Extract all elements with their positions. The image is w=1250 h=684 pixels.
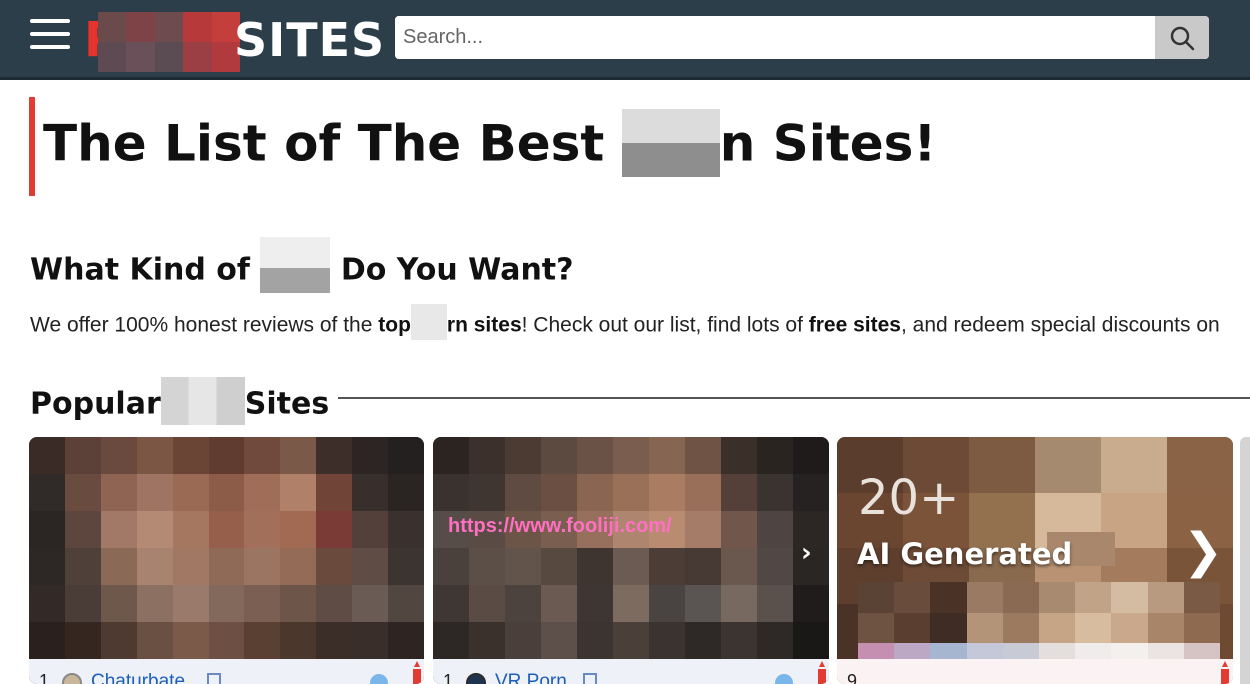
intro-text-1: We offer 100% honest reviews of the <box>30 313 379 337</box>
bookmark-flag-icon[interactable] <box>1221 661 1229 684</box>
search-button[interactable] <box>1155 16 1209 59</box>
ai-generated-label: AI Generated <box>857 537 1073 571</box>
censored-word <box>410 304 447 340</box>
site-avatar <box>466 673 486 684</box>
card-thumbnail-pixelated <box>29 437 424 659</box>
chevron-right-icon[interactable]: ❯ <box>1183 523 1223 579</box>
bookmark-flag-icon[interactable] <box>818 661 826 684</box>
card-footer: 9 <box>837 659 1233 684</box>
kind-heading-end: Do You Want? <box>330 252 574 288</box>
censored-word <box>621 109 720 177</box>
logo-suffix: SITES <box>234 13 386 67</box>
intro-bold-top: top <box>378 313 411 337</box>
ai-sites-count: 20+ <box>858 470 960 526</box>
globe-icon <box>370 674 388 684</box>
watermark-text: https://www.fooliji.com/ <box>448 515 672 537</box>
site-name-link[interactable]: VR Porn <box>495 671 567 684</box>
top-navigation-bar: P SITES <box>0 0 1250 80</box>
external-link-icon[interactable] <box>207 673 221 684</box>
search-icon <box>1170 26 1195 51</box>
site-card-vr-porn[interactable]: › 1 VR Porn <box>433 437 829 684</box>
kind-heading-start: What Kind of <box>30 252 261 288</box>
hamburger-icon[interactable] <box>30 19 70 51</box>
intro-text-2: ! Check out our list, find lots of <box>521 313 809 337</box>
page-title-end: n Sites! <box>719 114 937 173</box>
censored-word <box>260 237 331 293</box>
censored-word <box>160 377 245 425</box>
bookmark-flag-icon[interactable] <box>413 661 421 684</box>
search-bar <box>395 16 1209 59</box>
intro-bold-free-sites: free sites <box>808 313 901 337</box>
title-accent-bar <box>29 97 35 196</box>
site-avatar <box>62 673 82 684</box>
popular-sites-heading: Popular Sites <box>30 377 330 429</box>
intro-paragraph: We offer 100% honest reviews of the top r… <box>30 304 1220 344</box>
site-rank: 1 <box>39 671 50 684</box>
card-footer: 1 Chaturbate <box>29 659 424 684</box>
site-logo[interactable]: P SITES <box>84 10 386 72</box>
next-card-partial[interactable] <box>1240 437 1250 684</box>
intro-bold-sites: rn sites <box>446 313 522 337</box>
page-title-start: The List of The Best <box>43 114 622 173</box>
site-name-link[interactable]: Chaturbate <box>91 671 185 684</box>
page-title: The List of The Best n Sites! <box>43 109 937 181</box>
site-rank: 9 <box>847 671 858 684</box>
external-link-icon[interactable] <box>583 673 597 684</box>
card-footer: 1 VR Porn <box>433 659 829 684</box>
card-thumbnail-pixelated <box>433 437 829 659</box>
site-card-chaturbate[interactable]: 1 Chaturbate <box>29 437 424 684</box>
globe-icon <box>775 674 793 684</box>
popular-heading-end: Sites <box>244 386 330 422</box>
kind-heading: What Kind of Do You Want? <box>30 237 574 299</box>
intro-text-3: , and redeem special discounts on <box>901 313 1220 337</box>
popular-heading-start: Popular <box>30 386 161 422</box>
section-divider <box>338 397 1250 399</box>
chevron-right-icon[interactable]: › <box>801 538 812 568</box>
logo-pixelated-region <box>98 12 240 72</box>
search-input[interactable] <box>395 16 1155 59</box>
site-rank: 1 <box>443 671 454 684</box>
